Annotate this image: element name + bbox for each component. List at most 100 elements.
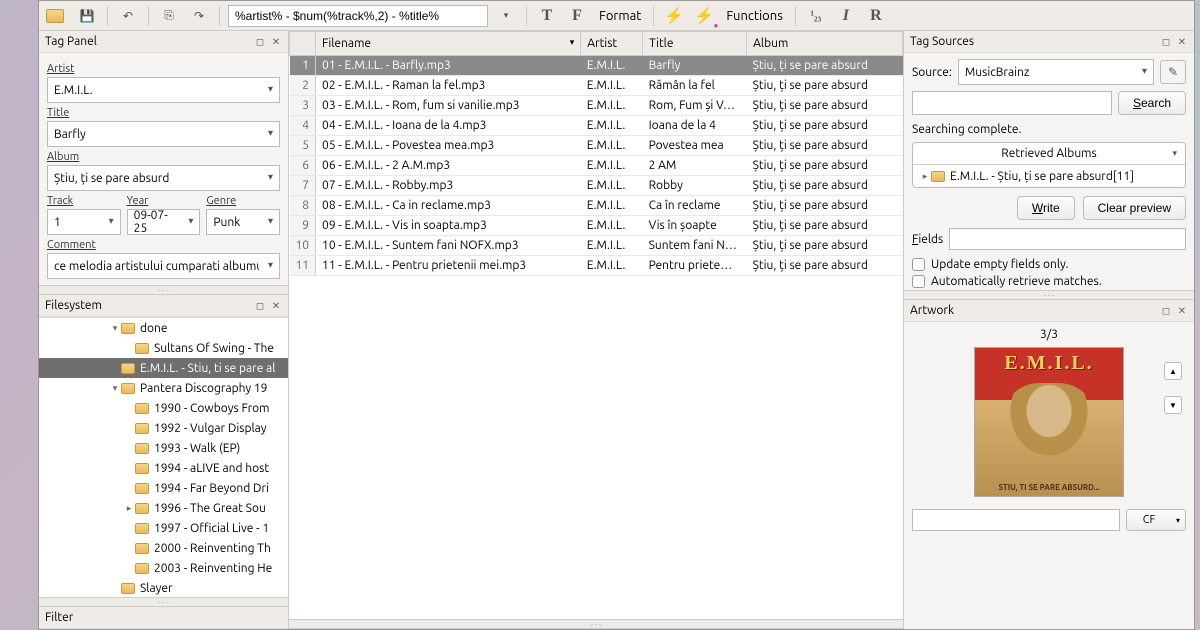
right-pane: Tag Sources ◻ ✕ Source: MusicBrainz ✎ Se… xyxy=(904,31,1194,629)
table-row[interactable]: 909 - E.M.I.L. - Vis in soapta.mp3E.M.I.… xyxy=(290,216,903,236)
splitter[interactable]: - - - xyxy=(289,619,903,629)
title-field[interactable]: Barfly xyxy=(47,121,280,147)
pattern-dropdown-button[interactable]: ▾ xyxy=(494,4,518,28)
table-row[interactable]: 1010 - E.M.I.L. - Suntem fani NOFX.mp3E.… xyxy=(290,236,903,256)
clear-preview-button[interactable]: Clear preview xyxy=(1083,196,1186,220)
close-icon[interactable]: ✕ xyxy=(270,36,282,48)
tree-row[interactable]: 2003 - Reinventing He xyxy=(39,558,288,578)
numbering-button[interactable]: ¹₂₃ xyxy=(804,4,828,28)
source-select[interactable]: MusicBrainz xyxy=(958,59,1154,85)
auto-retrieve-checkbox[interactable] xyxy=(912,275,925,288)
copy-tags-button[interactable]: ⎘ xyxy=(157,4,181,28)
source-label: Source: xyxy=(912,66,952,79)
year-field[interactable]: 09-07-25 xyxy=(127,209,201,235)
quick-action-button[interactable]: ⚡ xyxy=(662,4,686,28)
file-to-tag-button[interactable]: F xyxy=(565,4,589,28)
save-button[interactable]: 💾 xyxy=(75,4,99,28)
fields-input[interactable] xyxy=(949,228,1186,250)
tree-row[interactable]: Sultans Of Swing - The xyxy=(39,338,288,358)
retrieved-header[interactable]: Retrieved Albums xyxy=(913,143,1185,165)
configure-source-button[interactable]: ✎ xyxy=(1160,60,1186,84)
album-art[interactable]: E.M.I.L. STIU, TI SE PARE ABSURD... xyxy=(974,347,1124,497)
search-button[interactable]: Search xyxy=(1118,91,1186,115)
detach-icon[interactable]: ◻ xyxy=(1160,36,1172,48)
tree-row[interactable]: ▾Pantera Discography 19 xyxy=(39,378,288,398)
col-header[interactable]: Artist xyxy=(581,32,643,56)
splitter[interactable]: - - - xyxy=(39,597,288,607)
artwork-desc-input[interactable] xyxy=(912,509,1120,531)
tag-sources-header: Tag Sources ◻ ✕ xyxy=(904,31,1194,53)
undo-button[interactable]: ↶ xyxy=(116,4,140,28)
close-icon[interactable]: ✕ xyxy=(270,300,282,312)
rename-button[interactable]: R xyxy=(864,4,888,28)
open-folder-button[interactable] xyxy=(45,4,69,28)
file-table[interactable]: Filename ▾ArtistTitleAlbum 101 - E.M.I.L… xyxy=(289,31,903,619)
write-button[interactable]: Write xyxy=(1017,196,1075,220)
filesystem-tree[interactable]: ▾doneSultans Of Swing - TheE.M.I.L. - St… xyxy=(39,317,288,597)
album-field[interactable]: Știu, ți se pare absurd xyxy=(47,165,280,191)
table-row[interactable]: 606 - E.M.I.L. - 2 A.M.mp3E.M.I.L.2 AMȘt… xyxy=(290,156,903,176)
table-row[interactable]: 101 - E.M.I.L. - Barfly.mp3E.M.I.L.Barfl… xyxy=(290,56,903,76)
quick-action-alt-button[interactable]: ⚡ xyxy=(692,4,716,28)
track-field[interactable]: 1 xyxy=(47,209,121,235)
detach-icon[interactable]: ◻ xyxy=(254,300,266,312)
artwork-count: 3/3 xyxy=(1040,328,1058,341)
artwork-prev-button[interactable]: ▲ xyxy=(1164,362,1182,380)
artist-label: Artist xyxy=(47,63,280,75)
table-row[interactable]: 202 - E.M.I.L. - Raman la fel.mp3E.M.I.L… xyxy=(290,76,903,96)
col-header[interactable]: Title xyxy=(643,32,747,56)
detach-icon[interactable]: ◻ xyxy=(254,36,266,48)
table-row[interactable]: 303 - E.M.I.L. - Rom, fum si vanilie.mp3… xyxy=(290,96,903,116)
col-header[interactable]: Album xyxy=(747,32,903,56)
italic-button[interactable]: I xyxy=(834,4,858,28)
expand-icon[interactable]: ▸ xyxy=(919,171,931,182)
tree-row[interactable]: ▾done xyxy=(39,318,288,338)
update-empty-checkbox[interactable] xyxy=(912,258,925,271)
col-header[interactable]: Filename ▾ xyxy=(316,32,581,56)
close-icon[interactable]: ✕ xyxy=(1176,305,1188,317)
artwork-panel: 3/3 E.M.I.L. STIU, TI SE PARE ABSURD... … xyxy=(904,322,1194,503)
table-row[interactable]: 505 - E.M.I.L. - Povestea mea.mp3E.M.I.L… xyxy=(290,136,903,156)
pattern-input[interactable] xyxy=(228,5,488,27)
track-label: Track xyxy=(47,195,121,207)
retrieved-albums: Retrieved Albums ▸ E.M.I.L. - Știu, ți s… xyxy=(912,142,1186,188)
tree-row[interactable]: 1992 - Vulgar Display xyxy=(39,418,288,438)
tree-row[interactable]: 1994 - aLIVE and host xyxy=(39,458,288,478)
tag-to-file-button[interactable]: T xyxy=(535,4,559,28)
tree-row[interactable]: E.M.I.L. - Stiu, ti se pare al xyxy=(39,358,288,378)
cover-type-select[interactable]: CF xyxy=(1126,509,1186,531)
tree-row[interactable]: 1994 - Far Beyond Dri xyxy=(39,478,288,498)
app-window: 💾 ↶ ⎘ ↷ ▾ T F Format ⚡ ⚡ Functions ¹₂₃ I… xyxy=(38,0,1195,630)
filter-header: Filter xyxy=(39,607,288,629)
table-row[interactable]: 1111 - E.M.I.L. - Pentru prietenii mei.m… xyxy=(290,256,903,276)
search-input[interactable] xyxy=(912,91,1112,115)
tree-row[interactable]: Slayer xyxy=(39,578,288,597)
table-row[interactable]: 404 - E.M.I.L. - Ioana de la 4.mp3E.M.I.… xyxy=(290,116,903,136)
album-art-image xyxy=(1004,383,1094,463)
comment-label: Comment xyxy=(47,239,280,251)
tree-row[interactable]: ▸1996 - The Great Sou xyxy=(39,498,288,518)
filesystem-header: Filesystem ◻ ✕ xyxy=(39,295,288,317)
tag-sources-title: Tag Sources xyxy=(910,35,974,48)
redo-button[interactable]: ↷ xyxy=(187,4,211,28)
artwork-next-button[interactable]: ▼ xyxy=(1164,396,1182,414)
retrieved-item[interactable]: ▸ E.M.I.L. - Știu, ți se pare absurd[11] xyxy=(913,165,1185,187)
tree-row[interactable]: 1990 - Cowboys From xyxy=(39,398,288,418)
comment-field[interactable]: ce melodia artistului cumparati albumul. xyxy=(47,253,280,279)
tree-row[interactable]: 1993 - Walk (EP) xyxy=(39,438,288,458)
table-row[interactable]: 707 - E.M.I.L. - Robby.mp3E.M.I.L.RobbyȘ… xyxy=(290,176,903,196)
format-label: Format xyxy=(595,9,645,23)
close-icon[interactable]: ✕ xyxy=(1176,36,1188,48)
table-row[interactable]: 808 - E.M.I.L. - Ca in reclame.mp3E.M.I.… xyxy=(290,196,903,216)
splitter[interactable]: - - - xyxy=(39,285,288,295)
tag-panel: Artist E.M.I.L. Title Barfly Album Știu,… xyxy=(39,53,288,285)
genre-field[interactable]: Punk xyxy=(206,209,280,235)
year-label: Year xyxy=(127,195,201,207)
splitter[interactable]: - - - xyxy=(904,290,1194,300)
tree-row[interactable]: 1997 - Official Live - 1 xyxy=(39,518,288,538)
tag-panel-header: Tag Panel ◻ ✕ xyxy=(39,31,288,53)
tree-row[interactable]: 2000 - Reinventing Th xyxy=(39,538,288,558)
search-status: Searching complete. xyxy=(904,121,1194,142)
detach-icon[interactable]: ◻ xyxy=(1160,305,1172,317)
artist-field[interactable]: E.M.I.L. xyxy=(47,77,280,103)
